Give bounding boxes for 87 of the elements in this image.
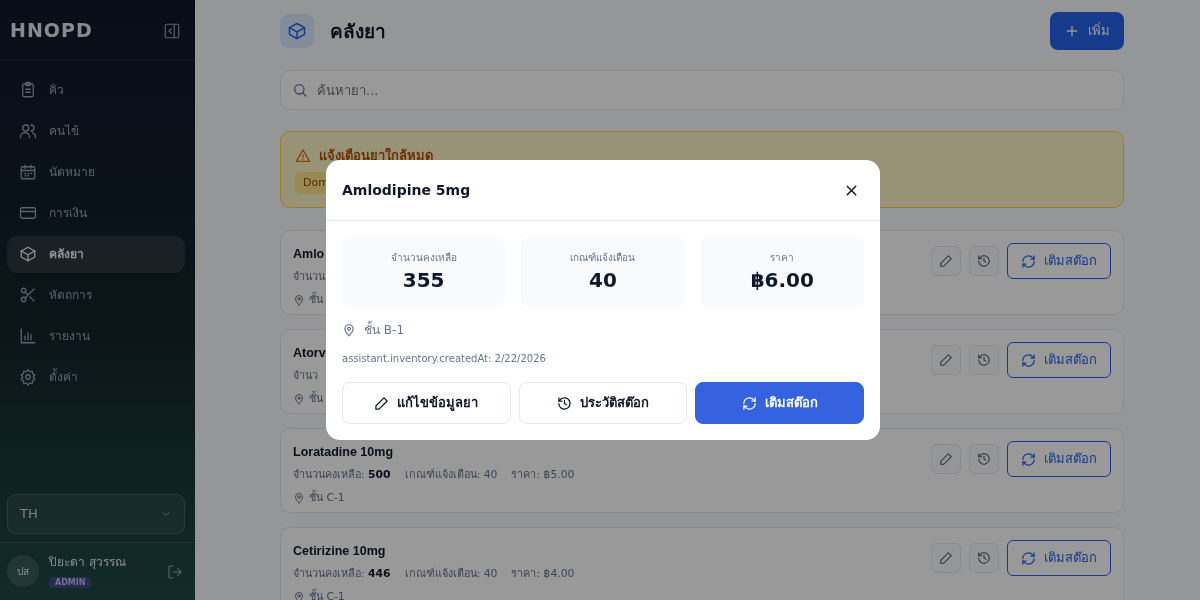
- sidebar-item[interactable]: หัตถการ: [7, 276, 185, 314]
- medicine-name: Amlo: [293, 246, 325, 263]
- refresh-icon: [741, 395, 757, 411]
- box-icon: [19, 245, 37, 263]
- stat-value: 40: [589, 266, 617, 294]
- bar-chart-icon: [19, 327, 37, 345]
- stock-text: จำนวนคงเหลือ: 446: [293, 565, 391, 582]
- edit-button[interactable]: [931, 246, 961, 276]
- location-text: ชั้น: [309, 291, 323, 308]
- settings-icon: [19, 368, 37, 386]
- credit-card-icon: [19, 204, 37, 222]
- medicine-name: Loratadine 10mg: [293, 444, 395, 461]
- refresh-icon: [1021, 253, 1036, 269]
- alert-title: แจ้งเตือนยาใกล้หมด: [319, 146, 433, 165]
- sidebar-item[interactable]: คนไข้: [7, 112, 185, 150]
- edit-button[interactable]: [931, 345, 961, 375]
- plus-icon: [1064, 23, 1080, 39]
- pencil-icon: [374, 395, 390, 411]
- history-icon: [977, 254, 991, 268]
- pencil-icon: [939, 551, 953, 565]
- app-logo: HNOPD: [10, 18, 93, 43]
- history-button[interactable]: [969, 246, 999, 276]
- location-text: ชั้น: [309, 390, 323, 407]
- location-text: ชั้น B-1: [364, 321, 404, 339]
- threshold-text: เกณฑ์แจ้งเตือน: 40: [404, 466, 498, 483]
- location-pin-icon: [342, 323, 356, 337]
- refresh-icon: [1021, 451, 1036, 467]
- refresh-icon: [1021, 352, 1036, 368]
- refresh-icon: [1021, 550, 1036, 566]
- refill-button[interactable]: เติมสต๊อก: [1007, 540, 1111, 576]
- edit-button[interactable]: แก้ไขข้อมูลยา: [342, 382, 511, 424]
- threshold-text: เกณฑ์แจ้งเตือน: 40: [404, 565, 498, 582]
- page-title: คลังยา: [330, 19, 386, 43]
- stat-label: จำนวนคงเหลือ: [390, 250, 457, 265]
- edit-button[interactable]: [931, 543, 961, 573]
- stat-label: ราคา: [770, 250, 795, 265]
- user-name: ปิยะดา สุวรรณ: [49, 553, 127, 571]
- location-pin-icon: [293, 393, 305, 406]
- location-text: ชั้น C-1: [309, 588, 345, 600]
- sidebar-toggle-icon: [163, 21, 181, 40]
- calendar-icon: [19, 163, 37, 181]
- created-date-text: assistant.inventory.createdAt: 2/22/2026: [342, 352, 547, 366]
- edit-button[interactable]: [931, 444, 961, 474]
- location-text: ชั้น C-1: [309, 489, 345, 506]
- sidebar-item[interactable]: คิว: [7, 71, 185, 109]
- pencil-icon: [939, 254, 953, 268]
- warning-icon: [295, 147, 311, 164]
- stock-text: จำนวน: [293, 268, 325, 285]
- box-icon: [287, 21, 307, 41]
- search-icon: [292, 82, 308, 98]
- pencil-icon: [939, 452, 953, 466]
- users-icon: [19, 122, 37, 140]
- history-icon: [977, 452, 991, 466]
- history-button[interactable]: [969, 444, 999, 474]
- pencil-icon: [939, 353, 953, 367]
- history-button[interactable]: [969, 543, 999, 573]
- medicine-name: Atorv: [293, 345, 326, 362]
- price-text: ราคา: ฿5.00: [511, 466, 575, 483]
- search-field[interactable]: ค้นหายา...: [280, 70, 1124, 110]
- price-text: ราคา: ฿4.00: [511, 565, 575, 582]
- add-button[interactable]: เพิ่ม: [1050, 12, 1124, 50]
- scissors-icon: [19, 286, 37, 304]
- refill-button[interactable]: เติมสต๊อก: [1007, 342, 1111, 378]
- history-button[interactable]: ประวัติสต๊อก: [518, 382, 688, 424]
- stock-text: จำนวนคงเหลือ: 500: [293, 466, 391, 483]
- location-pin-icon: [293, 492, 305, 505]
- history-icon: [977, 551, 991, 565]
- sidebar-item[interactable]: การเงิน: [7, 194, 185, 232]
- stock-text: จำนว: [293, 367, 318, 384]
- location-pin-icon: [293, 591, 305, 600]
- stat-value: 355: [402, 266, 445, 294]
- clipboard-icon: [19, 81, 37, 99]
- sidebar-item[interactable]: รายงาน: [7, 317, 185, 355]
- refill-button[interactable]: เติมสต๊อก: [1007, 243, 1111, 279]
- dialog-title: Amlodipine 5mg: [342, 180, 471, 200]
- history-icon: [557, 395, 572, 411]
- sidebar-item[interactable]: ตั้งค่า: [7, 358, 185, 396]
- sidebar-item[interactable]: นัดหมาย: [7, 153, 185, 191]
- refill-button[interactable]: เติมสต๊อก: [695, 382, 864, 424]
- history-icon: [977, 353, 991, 367]
- refill-button[interactable]: เติมสต๊อก: [1007, 441, 1111, 477]
- stat-label: เกณฑ์แจ้งเตือน: [570, 250, 636, 265]
- location-pin-icon: [293, 294, 305, 307]
- history-button[interactable]: [969, 345, 999, 375]
- medicine-name: Cetirizine 10mg: [293, 543, 387, 560]
- stat-value: ฿6.00: [750, 266, 814, 294]
- logout-icon: [167, 563, 183, 580]
